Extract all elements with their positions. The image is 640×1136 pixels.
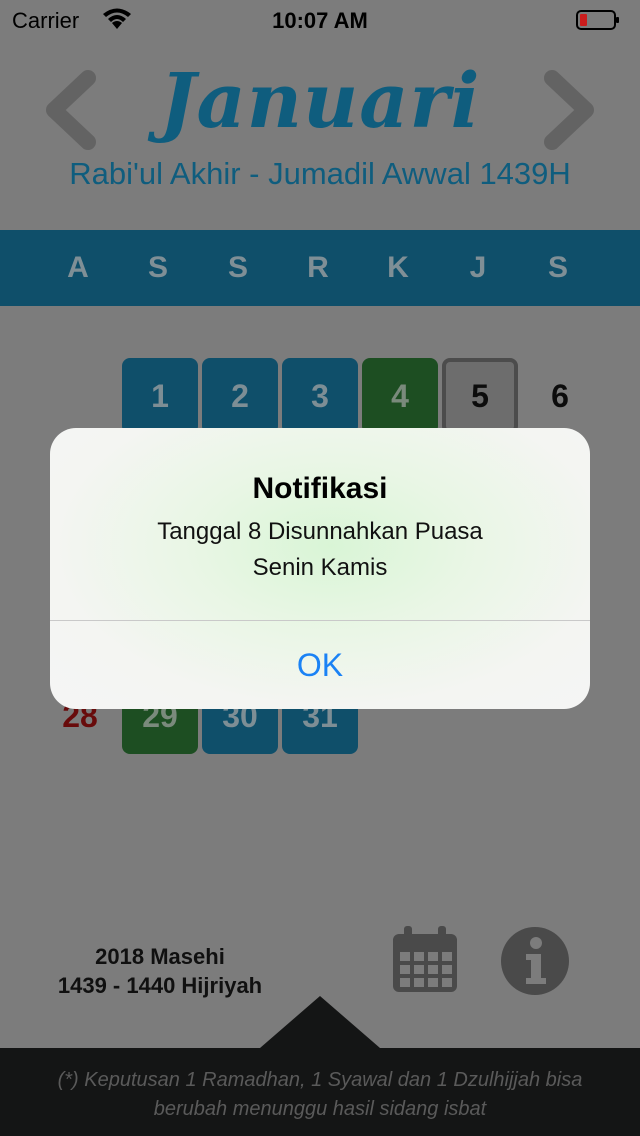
alert-title: Notifikasi: [252, 472, 388, 505]
info-icon[interactable]: [500, 926, 570, 996]
weekday-label: S: [147, 251, 168, 284]
notification-alert: Notifikasi Tanggal 8 Disunnahkan Puasa S…: [50, 428, 590, 709]
disclaimer-note: (*) Keputusan 1 Ramadhan, 1 Syawal dan 1…: [20, 1066, 620, 1124]
disclaimer-line: berubah menunggu hasil sidang isbat: [153, 1098, 487, 1120]
year-masehi: 2018 Masehi: [95, 944, 225, 969]
weekday-header: A S S R K J S: [0, 230, 640, 306]
bottom-panel-tab[interactable]: [260, 996, 380, 1048]
status-bar: Carrier 10:07 AM: [0, 0, 640, 40]
alert-message-line: Tanggal 8 Disunnahkan Puasa: [157, 518, 483, 545]
weekday-label: J: [469, 251, 487, 284]
disclaimer-line: (*) Keputusan 1 Ramadhan, 1 Syawal dan 1…: [57, 1069, 583, 1091]
weekday-label: R: [307, 251, 329, 284]
weekday-label: S: [547, 251, 568, 284]
day-cell[interactable]: 3: [282, 358, 358, 434]
alert-message-line: Senin Kamis: [252, 554, 388, 581]
year-info: 2018 Masehi 1439 - 1440 Hijriyah: [0, 942, 320, 1000]
calendar-icon[interactable]: [390, 924, 460, 996]
battery-icon: [576, 10, 619, 30]
weekday-label: A: [67, 251, 89, 284]
ok-button[interactable]: OK: [50, 621, 590, 709]
day-cell[interactable]: 4: [362, 358, 438, 434]
weekday-label: S: [227, 251, 248, 284]
clock: 10:07 AM: [272, 8, 368, 33]
weekday-label: K: [387, 251, 409, 284]
next-month-icon[interactable]: [540, 70, 600, 150]
alert-message: Tanggal 8 Disunnahkan Puasa Senin Kamis: [70, 514, 570, 586]
day-cell[interactable]: 6: [522, 358, 598, 434]
day-cell[interactable]: 1: [122, 358, 198, 434]
hijri-month-range: Rabi'ul Akhir - Jumadil Awwal 1439H: [69, 156, 571, 191]
day-cell-today[interactable]: 5: [442, 358, 518, 434]
day-cell[interactable]: 2: [202, 358, 278, 434]
